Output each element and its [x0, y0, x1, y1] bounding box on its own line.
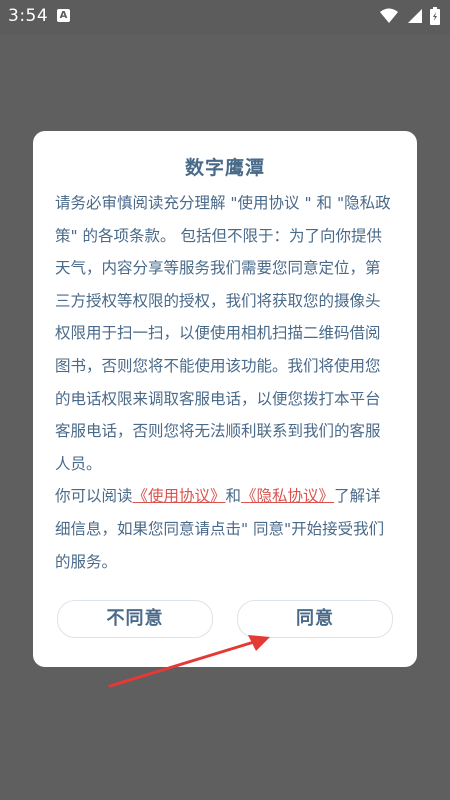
red-arrow-annotation: [108, 635, 270, 688]
status-bar: 3:54 A: [0, 0, 450, 34]
agreement-prefix: 你可以阅读: [55, 487, 133, 506]
agreement-paragraph: 你可以阅读《使用协议》和《隐私协议》了解详细信息，如果您同意请点击" 同意"开始…: [55, 480, 391, 578]
notification-a-icon: A: [57, 9, 70, 22]
permissions-paragraph: 请务必审慎阅读充分理解 "使用协议 " 和 "隐私政策" 的各项条款。 包括但不…: [55, 194, 391, 473]
privacy-link[interactable]: 《隐私协议》: [241, 487, 334, 505]
wifi-icon: [380, 8, 398, 23]
privacy-dialog: 数字鹰潭 请务必审慎阅读充分理解 "使用协议 " 和 "隐私政策" 的各项条款。…: [33, 131, 417, 667]
status-time: 3:54: [8, 6, 49, 26]
terms-link[interactable]: 《使用协议》: [133, 487, 226, 505]
agreement-and: 和: [225, 487, 242, 506]
cellular-signal-icon: [408, 9, 422, 23]
status-icons: [380, 7, 440, 25]
dialog-title: 数字鹰潭: [184, 157, 265, 179]
dialog-body: 请务必审慎阅读充分理解 "使用协议 " 和 "隐私政策" 的各项条款。 包括但不…: [55, 187, 391, 578]
battery-icon: [430, 7, 440, 25]
